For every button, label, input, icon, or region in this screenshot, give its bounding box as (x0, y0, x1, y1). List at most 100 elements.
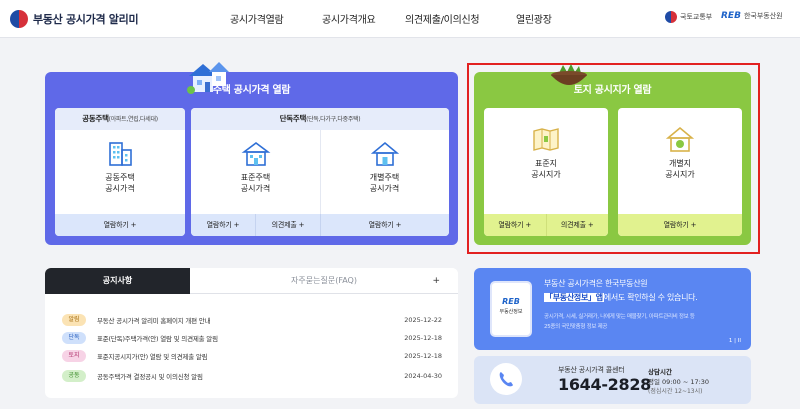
site-logo[interactable]: 부동산 공시가격 알리미 (10, 10, 139, 28)
promo-line-1: 부동산 공시가격은 한국부동산원 (544, 279, 648, 288)
standard-land-label-line1: 표준지 (534, 159, 558, 168)
apartment-card-title: 공동주택 (82, 114, 109, 123)
individual-land-card: 개별지 공시지가 열람하기 + (618, 108, 742, 236)
individual-land-view-button[interactable]: 열람하기 + (618, 214, 742, 236)
notice-date: 2025-12-18 (404, 334, 442, 342)
standard-land-opinion-button[interactable]: 의견제출 + (545, 214, 609, 236)
phone-icon (490, 363, 522, 395)
site-header: 부동산 공시가격 알리미 공시가격열람 공시가격개요 의견제출/이의신청 열린광… (0, 0, 800, 38)
individual-house-icon (370, 141, 399, 166)
promo-sub-2: 25종의 국민맞춤형 정보 제공 (544, 324, 608, 330)
hours-weekday: 평일 09:00 ~ 17:30 (648, 378, 710, 386)
nav-item-open-square[interactable]: 열린광장 (516, 11, 552, 26)
standard-land-label-line2: 공시지가 (531, 170, 561, 179)
individual-land-label-line2: 공시지가 (665, 170, 695, 179)
detached-card-header: 단독주택(단독,다가구,다중주택) (191, 108, 449, 130)
land-map-icon (533, 128, 559, 151)
housing-price-panel: 주택 공시가격 열람 공동주택(아파트,연립,다세대) 공동주택 공시가격 열람… (45, 62, 458, 245)
call-center-label: 부동산 공시가격 콜센터 (558, 366, 625, 374)
apartment-label-line2: 공시가격 (105, 184, 135, 193)
molit-logo-text: 국토교통부 (680, 13, 713, 21)
standard-house-icon (241, 142, 270, 166)
tab-notices[interactable]: 공지사항 (45, 268, 190, 294)
apartment-label-line1: 공동주택 (105, 173, 135, 182)
standard-land-card: 표준지 공시지가 열람하기 + 의견제출 + (484, 108, 608, 236)
hours-lunch: (점심시간 12~13시) (648, 388, 703, 395)
apartment-building-icon (109, 142, 132, 166)
apartment-card-subtitle: (아파트,연립,다세대) (108, 116, 158, 123)
land-price-panel: 토지 공시지가 열람 표준지 공시지가 열람하기 + 의견제출 + 개별지 공시… (474, 64, 751, 245)
phone-app-icon: REB 부동산정보 (490, 281, 532, 337)
standard-land-view-button[interactable]: 열람하기 + (484, 214, 546, 236)
notice-tag: 토지 (62, 350, 86, 362)
detached-card-subtitle: (단독,다가구,다중주택) (306, 116, 361, 123)
standard-house-label-line1: 표준주택 (240, 173, 271, 182)
notice-title: 공동주택가격 결정공시 및 이의신청 알림 (97, 373, 203, 381)
detached-house-card: 단독주택(단독,다가구,다중주택) 표준주택 공시가격 개별주택 공시가격 열람… (191, 108, 449, 236)
notice-more-button[interactable]: + (432, 268, 440, 294)
nav-item-opinion-objection[interactable]: 의견제출/이의신청 (405, 11, 480, 26)
individual-land-label-line1: 개별지 (668, 159, 692, 168)
standard-land-button-row: 열람하기 + 의견제출 + (484, 214, 608, 236)
reb-logo-text: 한국부동산원 (743, 12, 783, 20)
individual-land-price-label: 개별지 공시지가 (618, 158, 742, 180)
notice-date: 2024-04-30 (404, 372, 442, 380)
standard-house-price-label: 표준주택 공시가격 (191, 172, 320, 194)
phone-app-label: 부동산정보 (499, 309, 523, 315)
apartment-price-cell[interactable]: 공동주택 공시가격 (55, 130, 185, 214)
standard-house-label-line2: 공시가격 (240, 184, 271, 193)
detached-card-title: 단독주택 (279, 114, 307, 123)
app-promo-banner[interactable]: REB 부동산정보 부동산 공시가격은 한국부동산원 「부동산정보」앱에서도 확… (474, 268, 751, 350)
notice-row[interactable]: 알림 부동산 공시가격 알리미 홈페이지 개편 안내 2025-12-22 (62, 313, 442, 327)
promo-app-name: 「부동산정보」앱 (544, 293, 604, 302)
individual-house-label-line2: 공시가격 (369, 184, 400, 193)
standard-land-price-label: 표준지 공시지가 (484, 158, 608, 180)
notice-tag: 단독 (62, 332, 86, 344)
notice-row[interactable]: 토지 표준지공시지가(안) 열람 및 의견제출 알림 2025-12-18 (62, 349, 442, 363)
standard-land-price-cell[interactable]: 표준지 공시지가 (484, 108, 608, 214)
call-center-number[interactable]: 1644-2828 (558, 375, 651, 394)
notice-row[interactable]: 공동 공동주택가격 결정공시 및 이의신청 알림 2024-04-30 (62, 369, 442, 383)
reb-logo[interactable]: REB 한국부동산원 (721, 11, 783, 21)
individual-land-price-cell[interactable]: 개별지 공시지가 (618, 108, 742, 214)
apartment-card: 공동주택(아파트,연립,다세대) 공동주택 공시가격 열람하기 + (55, 108, 185, 236)
tab-faq[interactable]: 자주묻는질문(FAQ) (190, 268, 458, 294)
nav-item-price-view[interactable]: 공시가격열람 (230, 11, 284, 26)
apartment-card-header: 공동주택(아파트,연립,다세대) (55, 108, 185, 130)
apartment-button-row: 열람하기 + (55, 214, 185, 236)
notice-date: 2025-12-22 (404, 316, 442, 324)
land-panel-title: 토지 공시지가 열람 (573, 85, 652, 96)
individual-house-label-line1: 개별주택 (369, 173, 400, 182)
promo-line-2: 「부동산정보」앱에서도 확인하실 수 있습니다. (544, 292, 698, 303)
notice-date: 2025-12-18 (404, 352, 442, 360)
individual-house-view-button[interactable]: 열람하기 + (320, 214, 449, 236)
molit-logo[interactable]: 국토교통부 (665, 11, 712, 23)
promo-sub-1: 공시가격, 시세, 실거래가, 나에게 맞는 매물찾기, 아파트관리비 정보 등 (544, 314, 695, 320)
nav-item-price-overview[interactable]: 공시가격개요 (322, 11, 376, 26)
taegeuk-logo-icon (10, 10, 28, 28)
standard-house-view-button[interactable]: 열람하기 + (191, 214, 255, 236)
phone-app-mark: REB (502, 297, 520, 306)
notice-tag: 공동 (62, 370, 86, 382)
reb-emblem-icon: REB (721, 11, 741, 21)
housing-panel-title: 주택 공시가격 열람 (212, 85, 291, 96)
promo-line-2-rest: 에서도 확인하실 수 있습니다. (603, 293, 698, 302)
banner-pager[interactable]: 1 | II (729, 338, 741, 344)
apartment-price-label: 공동주택 공시가격 (55, 172, 185, 194)
standard-house-price-cell[interactable]: 표준주택 공시가격 (191, 130, 320, 214)
detached-button-row: 열람하기 + 의견제출 + 열람하기 + (191, 214, 449, 236)
apartment-view-button[interactable]: 열람하기 + (55, 214, 185, 236)
notice-board: 공지사항 자주묻는질문(FAQ) + 알림 부동산 공시가격 알리미 홈페이지 … (45, 268, 458, 398)
standard-house-opinion-button[interactable]: 의견제출 + (255, 214, 320, 236)
notice-title: 표준(단독)주택가격(안) 열람 및 의견제출 알림 (97, 335, 218, 343)
hours-title: 상담시간 (648, 368, 672, 376)
notice-title: 표준지공시지가(안) 열람 및 의견제출 알림 (97, 353, 208, 361)
individual-house-price-label: 개별주택 공시가격 (320, 172, 449, 194)
molit-emblem-icon (665, 11, 677, 23)
individual-house-price-cell[interactable]: 개별주택 공시가격 (320, 130, 449, 214)
notice-title: 부동산 공시가격 알리미 홈페이지 개편 안내 (97, 317, 211, 325)
notice-tag: 알림 (62, 314, 86, 326)
call-center-box: 부동산 공시가격 콜센터 1644-2828 상담시간 평일 09:00 ~ 1… (474, 356, 751, 404)
notice-row[interactable]: 단독 표준(단독)주택가격(안) 열람 및 의견제출 알림 2025-12-18 (62, 331, 442, 345)
land-price-house-icon (666, 126, 694, 152)
